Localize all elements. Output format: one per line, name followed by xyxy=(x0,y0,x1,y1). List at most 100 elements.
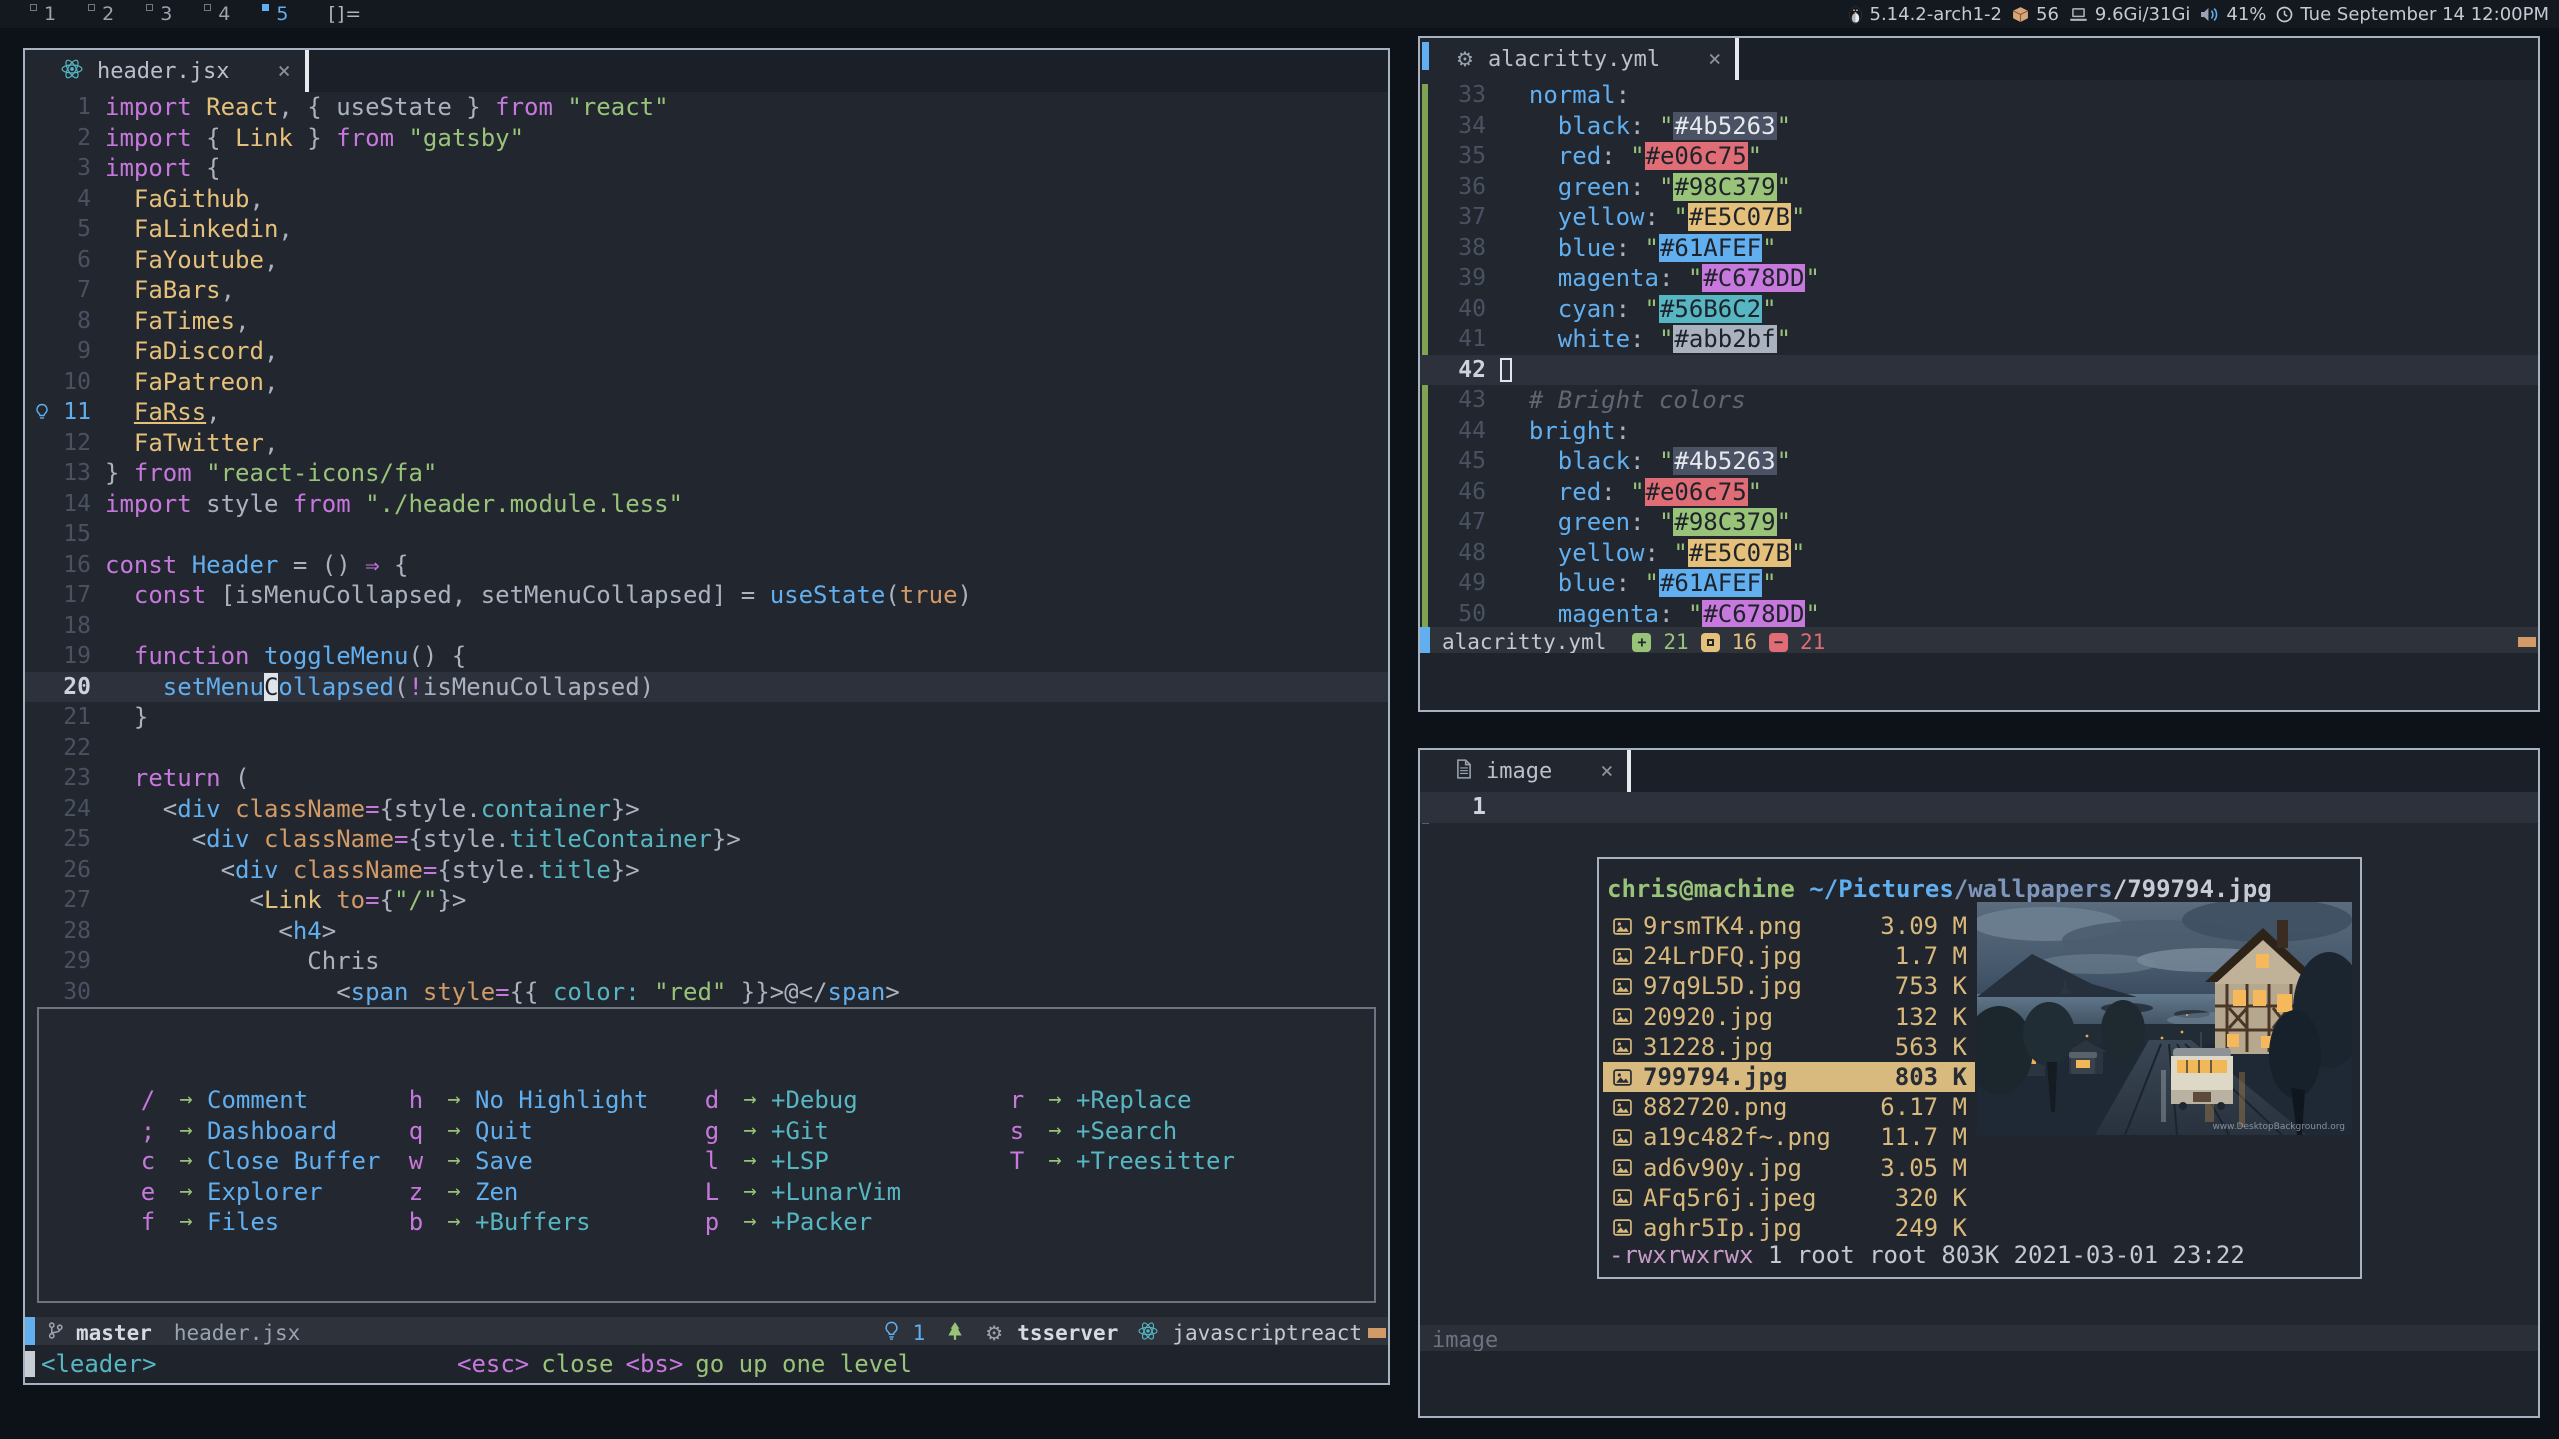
code-line: 27 <Link to={"/"}> xyxy=(25,885,1388,916)
file-name: AFq5r6j.jpeg xyxy=(1643,1184,1857,1212)
arrow-icon: → xyxy=(1034,1146,1076,1177)
desktop: 12345 []= 5.14.2-arch1-2 56 9.6Gi/31Gi 4… xyxy=(0,0,2559,1439)
binding-label: +LSP xyxy=(771,1146,829,1177)
arrow-icon: → xyxy=(1034,1085,1076,1116)
code-line: 42 xyxy=(1420,355,2538,386)
image-preview: www.DesktopBackground.org xyxy=(1977,902,2352,1135)
code-line: 49 blue: "#61AFEF" xyxy=(1420,568,2538,599)
file-row[interactable]: ad6v90y.jpg3.05 M xyxy=(1603,1153,1975,1183)
tab-close-button[interactable]: × xyxy=(1708,47,1721,72)
memory-segment: 9.6Gi/31Gi xyxy=(2069,4,2191,25)
pending-keys: <leader> xyxy=(41,1350,157,1378)
line-number: 25 xyxy=(59,824,105,855)
window-image: image × 1 chris@machine ~/Pictures/wallp… xyxy=(1418,748,2540,1418)
line-number: 28 xyxy=(59,916,105,947)
code-line: 40 cyan: "#56B6C2" xyxy=(1420,294,2538,325)
line-number: 19 xyxy=(59,641,105,672)
file-name: 882720.png xyxy=(1643,1093,1857,1121)
code-line: 19 function toggleMenu() { xyxy=(25,641,1388,672)
arrow-icon: → xyxy=(729,1116,771,1147)
workspace-3[interactable]: 3 xyxy=(130,2,188,26)
code-line: 21 } xyxy=(25,702,1388,733)
binding-label: Zen xyxy=(475,1177,518,1208)
binding-key: ; xyxy=(131,1116,165,1147)
binding-label: +Search xyxy=(1076,1116,1177,1147)
file-row[interactable]: 20920.jpg132 K xyxy=(1603,1002,1975,1032)
git-changed-count: 16 xyxy=(1732,630,1757,654)
speaker-icon xyxy=(2200,7,2219,22)
tab-close-button[interactable]: × xyxy=(277,59,290,84)
code-editor-left[interactable]: 1import React, { useState } from "react"… xyxy=(25,92,1388,1008)
bs-key-hint: <bs> xyxy=(626,1350,684,1378)
which-key-binding: /→Comment xyxy=(131,1085,380,1116)
package-count: 56 xyxy=(2036,4,2059,25)
workspace-2[interactable]: 2 xyxy=(72,2,130,26)
binding-label: Quit xyxy=(475,1116,533,1147)
file-row[interactable]: 9rsmTK4.png3.09 M xyxy=(1603,911,1975,941)
file-row[interactable]: 24LrDFQ.jpg1.7 M xyxy=(1603,941,1975,971)
file-row[interactable]: AFq5r6j.jpeg320 K xyxy=(1603,1183,1975,1213)
file-row[interactable]: aghr5Ip.jpg249 K xyxy=(1603,1213,1975,1243)
workspace-indicator xyxy=(146,4,153,11)
file-list: 9rsmTK4.png3.09 M24LrDFQ.jpg1.7 M97q9L5D… xyxy=(1603,911,1975,1243)
diagnostic-count: 1 xyxy=(913,1321,926,1345)
tab-close-button[interactable]: × xyxy=(1600,759,1613,784)
tab-alacritty-yml[interactable]: ⚙ alacritty.yml × xyxy=(1420,38,1735,80)
tab-label: alacritty.yml xyxy=(1488,47,1660,72)
workspace-5[interactable]: 5 xyxy=(246,2,304,26)
binding-label: Close Buffer xyxy=(207,1146,380,1177)
file-permissions: -rwxrwxrwx xyxy=(1609,1241,1754,1269)
git-branch-name: master xyxy=(76,1321,152,1345)
file-row[interactable]: 31228.jpg563 K xyxy=(1603,1032,1975,1062)
line-number: 12 xyxy=(59,428,105,459)
volume-level: 41% xyxy=(2226,4,2266,25)
file-manager-popup: chris@machine ~/Pictures/wallpapers/7997… xyxy=(1597,857,2362,1279)
code-line: 1import React, { useState } from "react" xyxy=(25,92,1388,123)
arrow-icon: → xyxy=(433,1207,475,1238)
binding-key: h xyxy=(399,1085,433,1116)
code-editor-alacritty[interactable]: 33 normal:34 black: "#4b5263"35 red: "#e… xyxy=(1420,80,2538,629)
which-key-binding: q→Quit xyxy=(399,1116,648,1147)
image-file-icon xyxy=(1613,948,1643,965)
status-segments: 5.14.2-arch1-2 56 9.6Gi/31Gi 41% Tue Sep… xyxy=(1848,4,2559,25)
workspace-4[interactable]: 4 xyxy=(188,2,246,26)
window-alacritty-yml: ⚙ alacritty.yml × 33 normal:34 black: "#… xyxy=(1418,36,2540,712)
file-row[interactable]: a19c482f~.png11.7 M xyxy=(1603,1122,1975,1152)
which-key-binding: L→+LunarVim xyxy=(695,1177,901,1208)
code-line: 16const Header = () ⇒ { xyxy=(25,550,1388,581)
file-row[interactable]: 799794.jpg803 K xyxy=(1603,1062,1975,1092)
code-line: 2import { Link } from "gatsby" xyxy=(25,123,1388,154)
image-file-icon xyxy=(1613,978,1643,995)
which-key-binding: f→Files xyxy=(131,1207,380,1238)
arrow-icon: → xyxy=(729,1146,771,1177)
tab-header-jsx[interactable]: header.jsx × xyxy=(25,50,305,92)
color-swatch: #98C379 xyxy=(1673,173,1776,201)
file-name: 799794.jpg xyxy=(1643,1063,1857,1091)
line-number: 14 xyxy=(59,489,105,520)
code-line: 30 <span style={{ color: "red" }}>@</spa… xyxy=(25,977,1388,1008)
which-key-binding: s→+Search xyxy=(1000,1116,1235,1147)
tab-image[interactable]: image × xyxy=(1420,750,1627,792)
color-swatch: #61AFEF xyxy=(1659,569,1762,597)
file-row[interactable]: 882720.png6.17 M xyxy=(1603,1092,1975,1122)
file-row[interactable]: 97q9L5D.jpg753 K xyxy=(1603,971,1975,1001)
binding-key: T xyxy=(1000,1146,1034,1177)
which-key-binding: T→+Treesitter xyxy=(1000,1146,1235,1177)
binding-label: +Debug xyxy=(771,1085,858,1116)
line-number: 23 xyxy=(59,763,105,794)
workspace-switcher: 12345 xyxy=(0,2,304,26)
binding-label: Explorer xyxy=(207,1177,323,1208)
code-line: 18 xyxy=(25,611,1388,642)
statusline-filename: alacritty.yml xyxy=(1442,630,1606,654)
path-file: /799794.jpg xyxy=(2113,875,2272,903)
memory-icon xyxy=(2069,7,2088,22)
arrow-icon: → xyxy=(433,1177,475,1208)
tab-cursor xyxy=(1627,750,1631,792)
arrow-icon: → xyxy=(433,1146,475,1177)
line-number: 45 xyxy=(1454,446,1500,477)
workspace-1[interactable]: 1 xyxy=(14,2,72,26)
tiling-layout-indicator[interactable]: []= xyxy=(328,3,362,25)
code-editor-image[interactable]: 1 xyxy=(1420,792,2538,823)
binding-key: q xyxy=(399,1116,433,1147)
which-key-binding: w→Save xyxy=(399,1146,648,1177)
